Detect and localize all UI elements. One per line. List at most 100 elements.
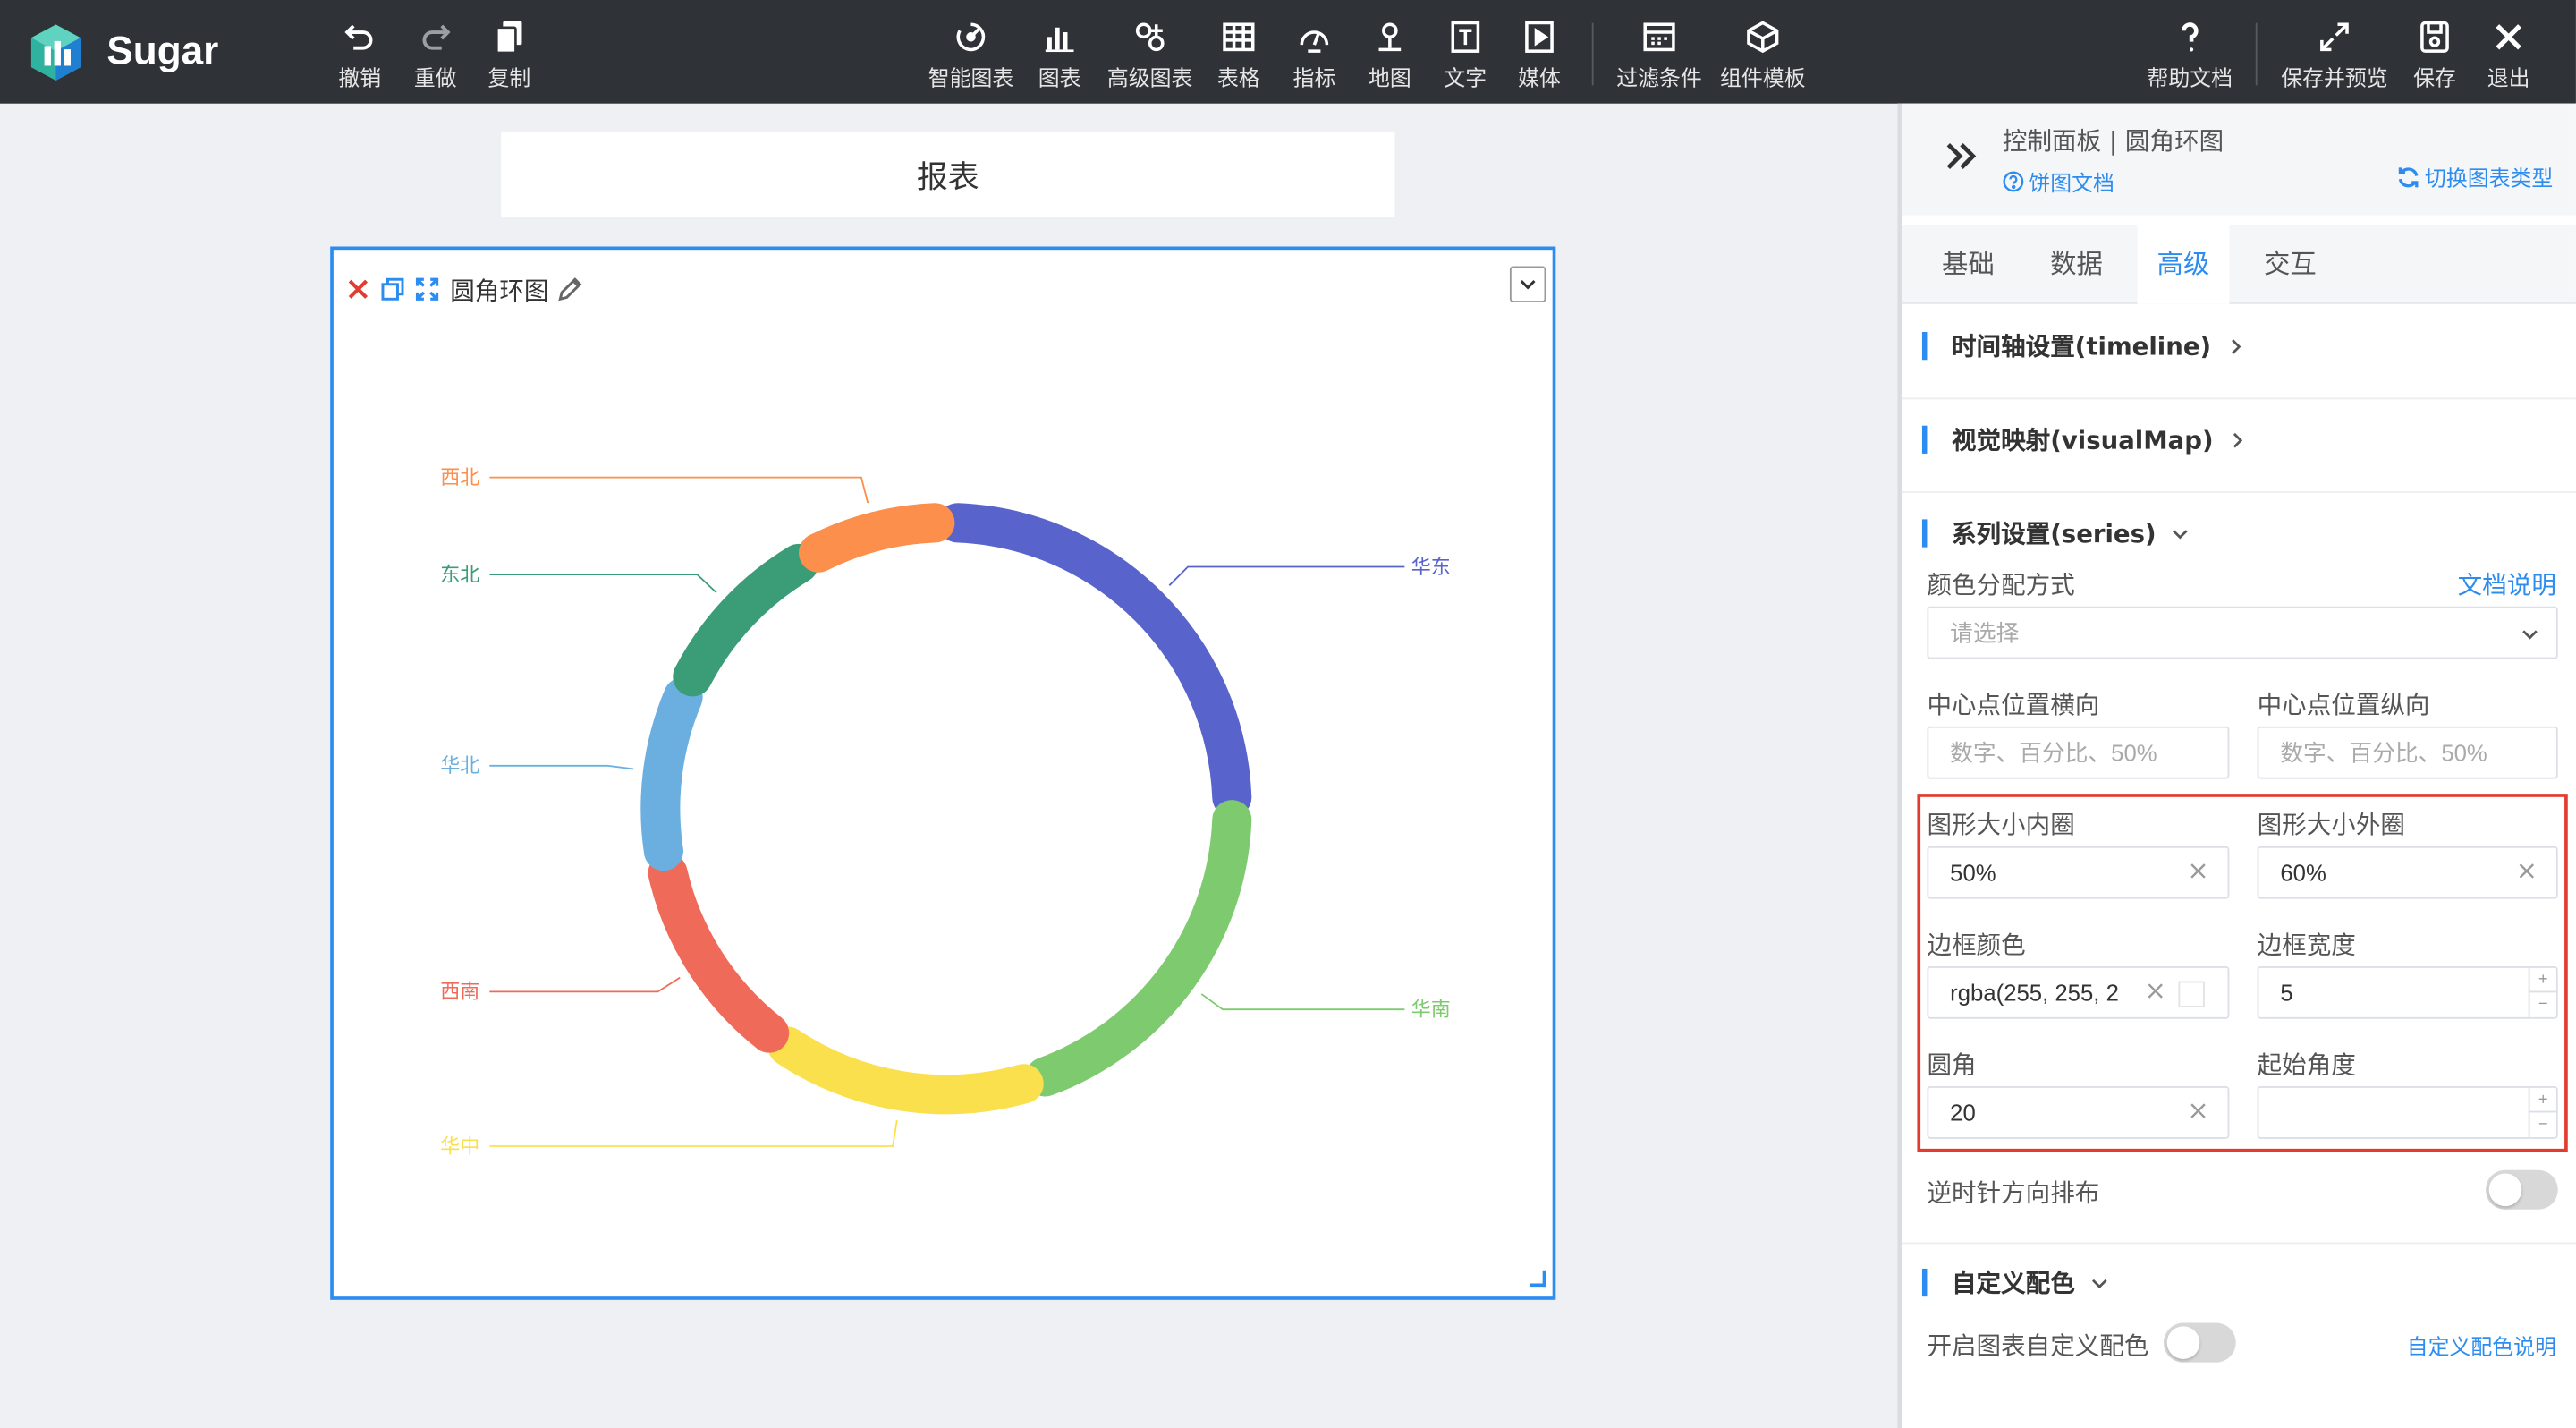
chart-widget-header: 圆角环图 bbox=[343, 273, 590, 306]
slice-label: 西南 bbox=[440, 982, 479, 1004]
inner-radius-input[interactable]: 50% bbox=[1927, 846, 2230, 899]
decrement-button[interactable]: − bbox=[2530, 1112, 2556, 1137]
counterclockwise-toggle[interactable] bbox=[2485, 1169, 2558, 1210]
label-leader-line bbox=[489, 574, 717, 593]
clear-icon[interactable] bbox=[2188, 1101, 2207, 1121]
tab-basic[interactable]: 基础 bbox=[1922, 225, 2014, 304]
border-color-input[interactable]: rgba(255, 255, 2 bbox=[1927, 965, 2230, 1019]
donut-slice[interactable] bbox=[767, 1026, 1044, 1115]
center-y-label: 中心点位置纵向 bbox=[2257, 690, 2430, 720]
corner-radius-input[interactable]: 20 bbox=[1927, 1086, 2230, 1139]
divider bbox=[1902, 491, 2576, 494]
clear-icon[interactable] bbox=[2146, 982, 2165, 1001]
section-series[interactable]: 系列设置(series) bbox=[1921, 516, 2189, 551]
map-button[interactable]: 地图 bbox=[1363, 13, 1416, 92]
increment-button[interactable]: + bbox=[2529, 968, 2556, 993]
fullscreen-widget-button[interactable] bbox=[412, 275, 442, 304]
label-leader-line bbox=[1168, 565, 1405, 586]
border-width-input[interactable]: 5 + − bbox=[2257, 965, 2558, 1019]
help-label: 帮助文档 bbox=[2147, 67, 2233, 92]
duplicate-widget-button[interactable] bbox=[377, 275, 407, 304]
toolbar-separator bbox=[2255, 22, 2258, 86]
save-button[interactable]: 保存 bbox=[2409, 13, 2462, 92]
section-marker bbox=[1921, 425, 1928, 454]
media-button[interactable]: 媒体 bbox=[1513, 13, 1566, 92]
section-custom-color[interactable]: 自定义配色 bbox=[1921, 1265, 2108, 1300]
switch-chart-type-link[interactable]: 切换图表类型 bbox=[2397, 161, 2553, 192]
border-width-stepper: + − bbox=[2528, 967, 2556, 1017]
resize-handle[interactable] bbox=[1529, 1270, 1546, 1288]
copy-button[interactable]: 复制 bbox=[483, 13, 536, 92]
tab-interaction[interactable]: 交互 bbox=[2244, 225, 2336, 304]
metric-button[interactable]: 指标 bbox=[1288, 13, 1341, 92]
custom-color-doc-link[interactable]: 自定义配色说明 bbox=[2407, 1330, 2556, 1361]
custom-color-toggle[interactable] bbox=[2163, 1322, 2236, 1363]
edit-title-button[interactable] bbox=[555, 275, 585, 304]
chart-widget[interactable]: 华东 华南 华中 西南 华北 东北 西北 圆角环图 bbox=[330, 246, 1556, 1300]
chart-button[interactable]: 图表 bbox=[1033, 13, 1086, 92]
section-marker bbox=[1921, 332, 1928, 361]
pie-doc-link[interactable]: 饼图文档 bbox=[2003, 166, 2114, 197]
advanced-chart-button[interactable]: 高级图表 bbox=[1104, 13, 1196, 92]
text-button[interactable]: 文字 bbox=[1439, 13, 1492, 92]
center-x-label: 中心点位置横向 bbox=[1927, 690, 2100, 720]
filter-icon bbox=[1643, 22, 1675, 52]
chevron-down-icon bbox=[2092, 1278, 2107, 1288]
double-chevron-right-icon[interactable] bbox=[1942, 136, 1981, 175]
section-timeline[interactable]: 时间轴设置(timeline) bbox=[1921, 328, 2244, 363]
exit-label: 退出 bbox=[2487, 67, 2530, 92]
help-button[interactable]: 帮助文档 bbox=[2144, 13, 2236, 92]
donut-slice[interactable] bbox=[799, 503, 955, 573]
slice-label: 华东 bbox=[1411, 557, 1451, 579]
divider bbox=[1902, 397, 2576, 400]
filter-button[interactable]: 过滤条件 bbox=[1614, 13, 1706, 92]
chart-label: 图表 bbox=[1038, 67, 1081, 92]
donut-slice[interactable] bbox=[673, 543, 819, 697]
tab-advanced[interactable]: 高级 bbox=[2137, 225, 2230, 304]
label-leader-line bbox=[489, 764, 634, 770]
donut-slice[interactable] bbox=[640, 677, 703, 871]
inner-radius-value: 50% bbox=[1950, 859, 1996, 886]
center-x-input[interactable]: 数字、百分比、50% bbox=[1927, 726, 2230, 779]
clear-icon[interactable] bbox=[2517, 861, 2537, 880]
save-preview-button[interactable]: 保存并预览 bbox=[2277, 13, 2393, 92]
color-swatch[interactable] bbox=[2178, 981, 2205, 1007]
custom-color-label: 开启图表自定义配色 bbox=[1927, 1330, 2149, 1361]
cube-icon bbox=[1747, 21, 1779, 54]
chevron-right-icon bbox=[2233, 431, 2243, 447]
table-button[interactable]: 表格 bbox=[1212, 13, 1265, 92]
outer-radius-input[interactable]: 60% bbox=[2257, 846, 2558, 899]
border-color-value: rgba(255, 255, 2 bbox=[1950, 979, 2119, 1007]
counterclockwise-label: 逆时针方向排布 bbox=[1927, 1177, 2100, 1208]
exit-button[interactable]: 退出 bbox=[2482, 13, 2535, 92]
advanced-chart-label: 高级图表 bbox=[1106, 67, 1193, 92]
decrement-button[interactable]: − bbox=[2530, 992, 2556, 1017]
start-angle-input[interactable]: + − bbox=[2257, 1086, 2558, 1139]
refresh-icon bbox=[2398, 166, 2419, 187]
widget-menu-dropdown[interactable] bbox=[1509, 266, 1546, 302]
donut-slice[interactable] bbox=[1025, 800, 1252, 1097]
chart-widget-title: 圆角环图 bbox=[450, 275, 549, 305]
smart-chart-button[interactable]: 智能图表 bbox=[925, 13, 1017, 92]
section-visualmap[interactable]: 视觉映射(visualMap) bbox=[1921, 422, 2246, 457]
top-toolbar: Sugar 撤销 重做 复制 智能图表 图表 高级图表 表格 指标 地图 文字 … bbox=[0, 0, 2576, 104]
donut-slice[interactable] bbox=[937, 503, 1252, 818]
slice-label: 西北 bbox=[440, 467, 479, 489]
donut-slice[interactable] bbox=[648, 853, 790, 1053]
report-title[interactable]: 报表 bbox=[501, 131, 1395, 217]
center-y-input[interactable]: 数字、百分比、50% bbox=[2257, 726, 2558, 779]
border-width-label: 边框宽度 bbox=[2257, 930, 2356, 960]
color-mode-doc-link[interactable]: 文档说明 bbox=[2458, 567, 2556, 602]
redo-button[interactable]: 重做 bbox=[409, 13, 462, 92]
component-template-button[interactable]: 组件模板 bbox=[1716, 13, 1809, 92]
color-mode-select[interactable]: 请选择 bbox=[1927, 606, 2558, 659]
table-icon bbox=[1223, 22, 1255, 52]
tab-data[interactable]: 数据 bbox=[2030, 225, 2123, 304]
save-label: 保存 bbox=[2413, 67, 2456, 92]
start-angle-stepper: + − bbox=[2528, 1087, 2556, 1137]
border-color-label: 边框颜色 bbox=[1927, 930, 2026, 960]
delete-widget-button[interactable] bbox=[343, 275, 373, 304]
undo-button[interactable]: 撤销 bbox=[334, 13, 386, 92]
increment-button[interactable]: + bbox=[2529, 1088, 2556, 1113]
clear-icon[interactable] bbox=[2188, 861, 2207, 880]
